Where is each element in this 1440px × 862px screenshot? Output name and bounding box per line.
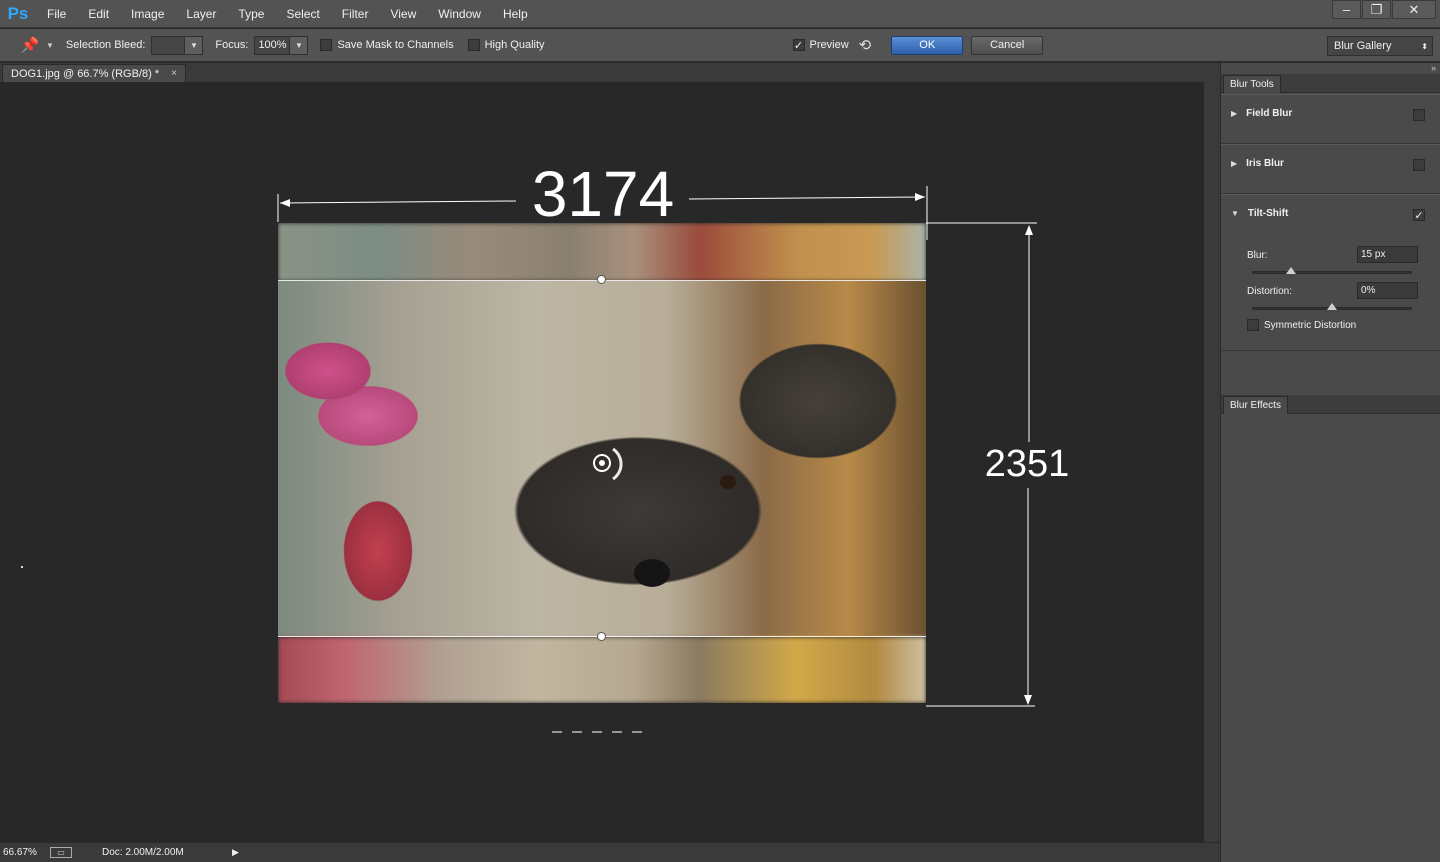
width-annotation: 3174 bbox=[531, 158, 675, 230]
field-blur-label: Field Blur bbox=[1246, 108, 1293, 119]
progress-dashes bbox=[552, 731, 642, 733]
tilt-shift-section[interactable]: ▼ Tilt-Shift ✓ Blur: 15 px Distortion: 0… bbox=[1221, 194, 1440, 351]
vertical-scrollbar[interactable] bbox=[1204, 82, 1220, 842]
zoom-level[interactable]: 66.67% bbox=[0, 847, 46, 858]
document-tab[interactable]: DOG1.jpg @ 66.7% (RGB/8) * × bbox=[2, 64, 186, 82]
minimize-button[interactable]: – bbox=[1332, 0, 1361, 19]
iris-blur-section[interactable]: ▶ Iris Blur bbox=[1221, 144, 1440, 194]
save-mask-checkbox-box[interactable] bbox=[320, 39, 333, 51]
menu-edit[interactable]: Edit bbox=[77, 0, 120, 28]
dog-eye bbox=[720, 475, 736, 489]
distortion-param-label: Distortion: bbox=[1247, 286, 1293, 297]
reset-icon[interactable]: ⟲ bbox=[859, 36, 872, 54]
blur-tools-tab[interactable]: Blur Tools bbox=[1223, 75, 1281, 93]
panel-collapse-icon[interactable]: » bbox=[1431, 63, 1436, 73]
document-size: Doc: 2.00M/2.00M bbox=[102, 847, 184, 858]
selection-bleed-dropdown[interactable]: ▼ bbox=[185, 35, 204, 55]
tilt-shift-checkbox[interactable]: ✓ bbox=[1413, 209, 1425, 222]
workspace-value: Blur Gallery bbox=[1334, 40, 1392, 52]
timeline-icon[interactable]: ▭ bbox=[50, 847, 72, 858]
high-quality-label: High Quality bbox=[484, 39, 545, 51]
blur-effects-tab[interactable]: Blur Effects bbox=[1223, 396, 1288, 414]
tool-preset-arrow-icon[interactable]: ▼ bbox=[46, 41, 54, 50]
dog-nose bbox=[634, 559, 670, 587]
cancel-button[interactable]: Cancel bbox=[971, 35, 1044, 55]
symmetric-distortion-label: Symmetric Distortion bbox=[1264, 319, 1357, 331]
iris-blur-label: Iris Blur bbox=[1246, 158, 1284, 169]
save-mask-checkbox[interactable]: Save Mask to Channels bbox=[320, 39, 454, 51]
blur-slider[interactable] bbox=[1252, 267, 1412, 274]
menu-view[interactable]: View bbox=[379, 0, 427, 28]
preview-label: Preview bbox=[809, 39, 849, 51]
menu-file[interactable]: File bbox=[36, 0, 77, 28]
field-blur-row[interactable]: ▶ Field Blur bbox=[1231, 108, 1292, 119]
blur-slider-thumb[interactable] bbox=[1285, 267, 1296, 274]
blur-param-label: Blur: bbox=[1247, 250, 1268, 261]
focus-dropdown[interactable]: ▼ bbox=[290, 35, 309, 55]
pin-icon[interactable]: 📌 bbox=[14, 33, 46, 57]
tilt-shift-row[interactable]: ▼ Tilt-Shift bbox=[1231, 208, 1288, 219]
symmetric-distortion-checkbox[interactable]: Symmetric Distortion bbox=[1247, 319, 1356, 331]
focus-label: Focus: bbox=[215, 39, 249, 51]
menu-bar: Ps File Edit Image Layer Type Select Fil… bbox=[0, 0, 1440, 28]
ok-button[interactable]: OK bbox=[891, 35, 964, 55]
blur-tools-header: Blur Tools bbox=[1221, 74, 1440, 93]
workspace-arrow-icon: ⬍ bbox=[1421, 41, 1428, 51]
tilt-shift-label: Tilt-Shift bbox=[1247, 208, 1289, 219]
options-bar: 📌 ▼ Selection Bleed: ▼ Focus: 100% ▼ Sav… bbox=[0, 29, 1440, 62]
tilt-handle-bottom[interactable] bbox=[597, 632, 606, 641]
tilt-handle-top[interactable] bbox=[597, 275, 606, 284]
blur-gallery-panel: » Blur Tools ▶ Field Blur ▶ Iris Blur ▼ … bbox=[1220, 63, 1440, 862]
field-blur-section[interactable]: ▶ Field Blur bbox=[1221, 94, 1440, 144]
status-menu-arrow-icon[interactable]: ▶ bbox=[232, 847, 239, 858]
document-tab-bar: DOG1.jpg @ 66.7% (RGB/8) * × bbox=[0, 63, 1220, 82]
collapse-triangle-icon[interactable]: ▼ bbox=[1231, 209, 1239, 218]
blur-amount-input[interactable]: 15 px bbox=[1357, 246, 1418, 263]
workspace-select[interactable]: Blur Gallery ⬍ bbox=[1327, 36, 1433, 56]
preview-checkbox[interactable]: ✓ Preview bbox=[792, 39, 849, 52]
menu-layer[interactable]: Layer bbox=[175, 0, 227, 28]
selection-bleed-label: Selection Bleed: bbox=[65, 39, 146, 51]
distortion-slider[interactable] bbox=[1252, 303, 1412, 310]
window-controls: – ❐ ✕ bbox=[1331, 0, 1436, 19]
focus-input[interactable]: 100% bbox=[254, 35, 291, 55]
blur-pin-icon[interactable] bbox=[583, 445, 627, 483]
iris-blur-checkbox[interactable] bbox=[1413, 159, 1425, 171]
preview-checkbox-box[interactable]: ✓ bbox=[792, 39, 805, 52]
menu-image[interactable]: Image bbox=[120, 0, 175, 28]
stray-pixel bbox=[21, 566, 23, 568]
selection-bleed-input[interactable] bbox=[151, 35, 186, 55]
distortion-slider-thumb[interactable] bbox=[1327, 303, 1337, 310]
menu-help[interactable]: Help bbox=[492, 0, 539, 28]
menu-select[interactable]: Select bbox=[275, 0, 330, 28]
menu-filter[interactable]: Filter bbox=[331, 0, 380, 28]
iris-blur-row[interactable]: ▶ Iris Blur bbox=[1231, 158, 1284, 169]
close-tab-icon[interactable]: × bbox=[171, 68, 177, 79]
blur-effects-header: Blur Effects bbox=[1221, 395, 1440, 414]
menu-window[interactable]: Window bbox=[427, 0, 492, 28]
high-quality-checkbox[interactable]: High Quality bbox=[467, 39, 545, 51]
blurred-top-region bbox=[278, 223, 926, 281]
distortion-input[interactable]: 0% bbox=[1357, 282, 1418, 299]
menu-type[interactable]: Type bbox=[227, 0, 275, 28]
expand-triangle-icon[interactable]: ▶ bbox=[1231, 159, 1237, 168]
symmetric-distortion-checkbox-box[interactable] bbox=[1247, 319, 1259, 331]
height-annotation: 2351 bbox=[984, 443, 1070, 485]
high-quality-checkbox-box[interactable] bbox=[467, 39, 480, 51]
blurred-bottom-region bbox=[278, 637, 926, 703]
photoshop-logo: Ps bbox=[7, 3, 29, 23]
save-mask-label: Save Mask to Channels bbox=[337, 39, 454, 51]
status-bar: 66.67% ▭ Doc: 2.00M/2.00M ▶ bbox=[0, 842, 1220, 862]
field-blur-checkbox[interactable] bbox=[1413, 109, 1425, 121]
restore-button[interactable]: ❐ bbox=[1362, 0, 1391, 19]
expand-triangle-icon[interactable]: ▶ bbox=[1231, 109, 1237, 118]
document-tab-title: DOG1.jpg @ 66.7% (RGB/8) * bbox=[11, 67, 160, 80]
close-window-button[interactable]: ✕ bbox=[1392, 0, 1436, 19]
